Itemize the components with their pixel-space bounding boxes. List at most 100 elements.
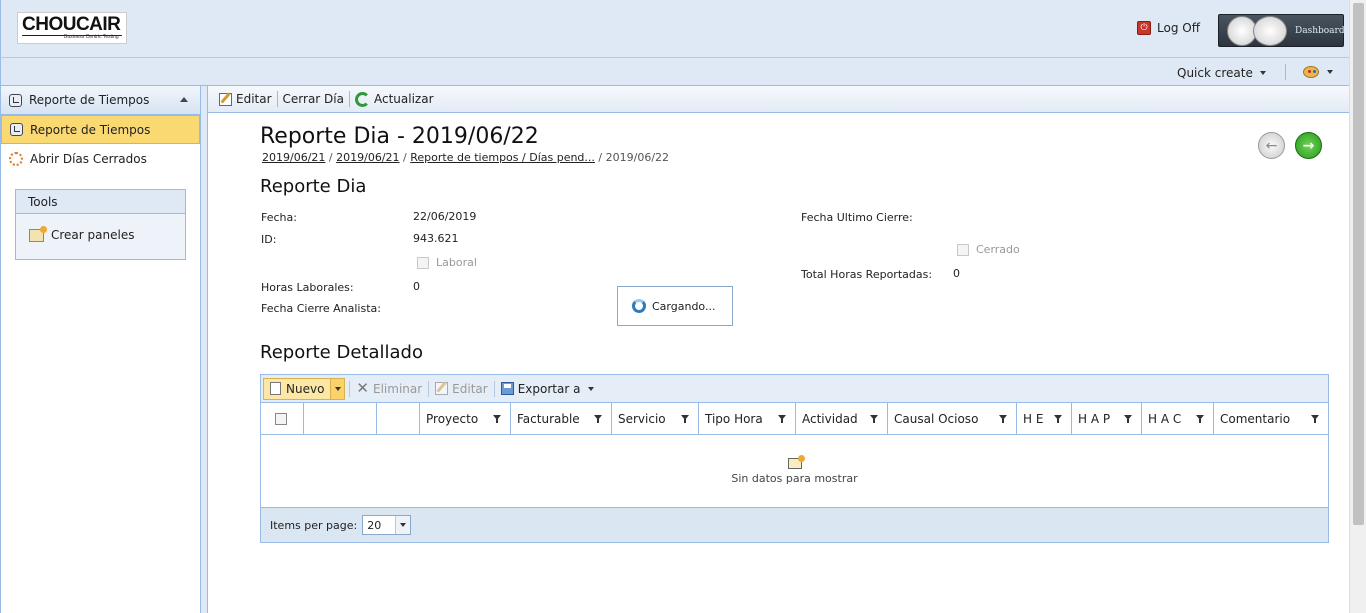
main-toolbar: Editar Cerrar Día Actualizar [208, 86, 1349, 113]
column-header-actividad[interactable]: Actividad [796, 403, 888, 434]
chevron-down-icon [1327, 70, 1333, 74]
column-label: Comentario [1220, 411, 1291, 426]
grid-header: Proyecto Facturable Servicio Tipo Hora A… [261, 403, 1328, 435]
palette-icon [1303, 66, 1319, 78]
filter-icon[interactable] [1054, 415, 1062, 423]
page-size-select[interactable]: 20 [362, 515, 412, 535]
sidebar-item-label: Abrir Días Cerrados [30, 151, 147, 166]
vertical-scrollbar[interactable] [1349, 0, 1366, 613]
column-header-comentario[interactable]: Comentario [1214, 403, 1328, 434]
new-button-main[interactable]: Nuevo [264, 382, 330, 396]
column-header-he[interactable]: H E [1017, 403, 1072, 434]
breadcrumb-current: 2019/06/22 [605, 151, 670, 164]
new-dropdown-toggle[interactable] [330, 378, 345, 399]
filter-icon[interactable] [999, 415, 1007, 423]
dashboard-button[interactable]: Dashboard [1218, 14, 1345, 47]
tools-title: Tools [16, 190, 185, 214]
chevron-down-icon [334, 386, 341, 391]
quick-create-menu[interactable]: Quick create [1177, 66, 1266, 80]
column-header-tipo-hora[interactable]: Tipo Hora [699, 403, 796, 434]
filter-icon[interactable] [870, 415, 878, 423]
filter-icon[interactable] [493, 415, 501, 423]
logoff-link[interactable]: ⏻ Log Off [1137, 21, 1200, 35]
filter-icon[interactable] [1196, 415, 1204, 423]
refresh-button[interactable]: Actualizar [350, 89, 439, 109]
chevron-down-icon [400, 523, 407, 527]
column-header-hac[interactable]: H A C [1142, 403, 1214, 434]
gauge-icon [1253, 16, 1287, 46]
forward-button[interactable]: → [1295, 132, 1322, 159]
column-header-blank [377, 403, 420, 434]
select-all-checkbox[interactable] [275, 412, 287, 425]
id-value: 943.621 [413, 232, 459, 245]
detail-grid: Nuevo ✕ Eliminar Editar Exportar a Proye… [260, 374, 1329, 543]
theme-menu[interactable] [1303, 66, 1333, 78]
new-button[interactable]: Nuevo [263, 377, 346, 400]
laboral-checkbox[interactable]: Laboral [417, 256, 477, 269]
cerrado-checkbox[interactable]: Cerrado [957, 243, 1020, 256]
breadcrumb-link[interactable]: 2019/06/21 [336, 151, 399, 164]
back-button[interactable]: ← [1258, 132, 1285, 159]
column-label: Proyecto [426, 411, 479, 426]
tools-panel: Tools Crear paneles [15, 189, 186, 260]
new-label: Nuevo [286, 381, 325, 396]
filter-icon[interactable] [1311, 415, 1319, 423]
app-header: CHOUCAIR Business Centric Testing ⏻ Log … [0, 0, 1349, 58]
edit-label: Editar [236, 92, 272, 106]
column-label: H A C [1148, 411, 1182, 426]
chevron-down-icon [1259, 71, 1266, 75]
sidebar-item-abrir-dias-cerrados[interactable]: Abrir Días Cerrados [1, 144, 200, 173]
refresh-icon [354, 91, 370, 107]
column-header-hap[interactable]: H A P [1072, 403, 1142, 434]
crear-paneles-label: Crear paneles [51, 228, 135, 242]
export-button[interactable]: Exportar a [495, 379, 601, 399]
loading-label: Cargando... [652, 299, 716, 313]
logoff-label: Log Off [1157, 21, 1200, 35]
delete-icon: ✕ [356, 379, 369, 397]
arrow-right-icon: → [1302, 137, 1315, 154]
checkbox-box [417, 256, 429, 269]
crear-paneles-link[interactable]: Crear paneles [16, 225, 185, 242]
quick-create-label: Quick create [1177, 66, 1253, 80]
arrow-left-icon: ← [1265, 137, 1278, 154]
filter-icon[interactable] [594, 415, 602, 423]
breadcrumb-separator: / [598, 151, 603, 164]
filter-icon[interactable] [778, 415, 786, 423]
column-header-facturable[interactable]: Facturable [511, 403, 612, 434]
page-size-dropdown[interactable] [395, 516, 411, 534]
sidebar-item-label: Reporte de Tiempos [30, 122, 151, 137]
items-per-page-label: Items per page: [270, 518, 358, 532]
chevron-down-icon [588, 386, 595, 391]
breadcrumb-link[interactable]: Reporte de tiempos / Días pend... [410, 151, 595, 164]
delete-label: Eliminar [373, 381, 423, 396]
close-day-button[interactable]: Cerrar Día [278, 89, 349, 109]
fecha-value: 22/06/2019 [413, 210, 477, 223]
sidebar-header[interactable]: Reporte de Tiempos [1, 86, 200, 115]
cerrado-label: Cerrado [976, 243, 1020, 256]
grid-edit-button[interactable]: Editar [429, 379, 494, 399]
loading-indicator: Cargando... [617, 286, 733, 326]
breadcrumb: 2019/06/21 / 2019/06/21 / Reporte de tie… [262, 151, 669, 164]
column-header-servicio[interactable]: Servicio [612, 403, 699, 434]
sidebar-item-reporte-tiempos[interactable]: Reporte de Tiempos [1, 115, 200, 144]
horas-laborales-value: 0 [413, 280, 420, 293]
page-size-value: 20 [367, 518, 382, 532]
column-label: Facturable [517, 411, 580, 426]
spinner-icon [632, 299, 646, 313]
filter-icon[interactable] [1124, 415, 1132, 423]
breadcrumb-separator: / [328, 151, 333, 164]
gear-icon [9, 151, 23, 166]
breadcrumb-link[interactable]: 2019/06/21 [262, 151, 325, 164]
horas-laborales-label: Horas Laborales: [261, 281, 354, 294]
scrollbar-thumb[interactable] [1353, 3, 1364, 525]
secondary-bar: Quick create [0, 58, 1349, 86]
id-label: ID: [261, 233, 277, 246]
chevron-up-icon[interactable] [180, 97, 188, 102]
logo-tagline: Business Centric Testing [64, 34, 119, 40]
column-header-causal-ocioso[interactable]: Causal Ocioso [888, 403, 1017, 434]
delete-button[interactable]: ✕ Eliminar [350, 379, 428, 399]
panel-splitter[interactable] [201, 86, 208, 613]
filter-icon[interactable] [681, 415, 689, 423]
edit-button[interactable]: Editar [214, 89, 277, 109]
column-header-proyecto[interactable]: Proyecto [420, 403, 511, 434]
